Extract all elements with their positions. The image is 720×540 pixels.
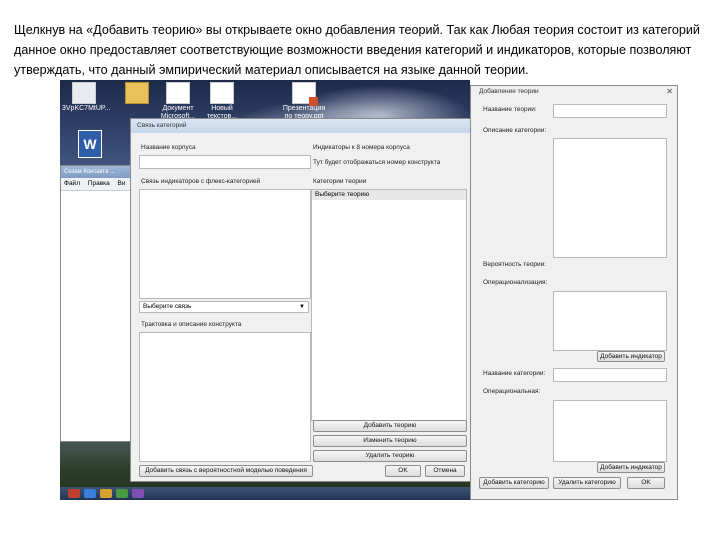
menu-bar[interactable]: Файл Правка Ви — [61, 178, 133, 191]
relation-select[interactable]: Выберите связь ▼ — [139, 301, 309, 313]
relation-dialog: Связь категорий Название корпуса Индикат… — [130, 118, 472, 482]
change-theory-button[interactable]: Изменить теорию — [313, 435, 467, 447]
theory-name-input[interactable] — [553, 104, 667, 118]
construct-hint: Тут будет отображаться номер конструкта — [313, 159, 441, 166]
dialog-title: Связь категорий — [131, 119, 471, 133]
chevron-down-icon: ▼ — [299, 304, 305, 310]
ok-button[interactable]: OK — [627, 477, 665, 489]
background-app-window[interactable]: Сезам Контакта ... Файл Правка Ви — [60, 165, 134, 442]
operational-textarea[interactable] — [553, 400, 667, 462]
corpus-name-label: Название корпуса — [141, 144, 196, 151]
category-weight-label: Вероятность теории: — [483, 261, 547, 268]
word-icon[interactable]: W — [78, 130, 102, 158]
operationalization-textarea[interactable] — [553, 291, 667, 351]
slide-caption: Щелкнув на «Добавить теорию» вы открывае… — [14, 23, 700, 77]
window-title: Сезам Контакта ... — [61, 166, 133, 178]
add-category-button[interactable]: Добавить категорию — [479, 477, 549, 489]
description-label: Трактовка и описание конструкта — [141, 321, 242, 328]
taskbar-app-icon[interactable] — [100, 489, 112, 498]
operationalization-label: Операционализация: — [483, 279, 548, 286]
document-icon — [166, 82, 190, 104]
categories-list[interactable]: Выберите теорию — [311, 189, 467, 421]
close-icon[interactable]: ✕ — [666, 86, 673, 98]
taskbar-app-icon[interactable] — [116, 489, 128, 498]
desktop-icon-file[interactable]: 3VpKC7MtUP... — [62, 82, 111, 113]
add-relation-button[interactable]: Добавить связь с вероятностной моделью п… — [139, 465, 313, 477]
category-description-label: Описание категории: — [483, 127, 547, 134]
add-theory-dialog: Добавление теории ✕ Название теории: Опи… — [470, 85, 678, 500]
desktop-icon-document[interactable]: Документ Microsoft... — [156, 82, 200, 121]
add-theory-button[interactable]: Добавить теорию — [313, 420, 467, 432]
category-description-textarea[interactable] — [553, 138, 667, 258]
relation-label: Связь индикаторов с флекс-категорией — [141, 178, 261, 185]
taskbar-app-icon[interactable] — [68, 489, 80, 498]
delete-theory-button[interactable]: Удалить теорию — [313, 450, 467, 462]
desktop-icon-label: 3VpKC7MtUP... — [62, 105, 111, 112]
desktop-icon-presentation[interactable]: Презентация по теору.ppt — [282, 82, 326, 121]
desktop-icon-folder[interactable] — [115, 82, 159, 105]
select-value: Выберите связь — [143, 303, 192, 310]
description-textarea[interactable] — [139, 332, 311, 462]
dialog-title: Добавление теории — [471, 86, 677, 98]
taskbar-app-icon[interactable] — [132, 489, 144, 498]
delete-category-button[interactable]: Удалить категорию — [553, 477, 621, 489]
folder-icon — [125, 82, 149, 104]
indicators-label: Индикаторы к 8 номера корпуса — [313, 144, 410, 151]
list-item[interactable]: Выберите теорию — [312, 190, 466, 200]
presentation-icon — [292, 82, 318, 106]
relation-textarea[interactable] — [139, 189, 311, 299]
corpus-name-input[interactable] — [139, 155, 311, 169]
taskbar — [60, 487, 470, 500]
cancel-button[interactable]: Отмена — [425, 465, 465, 477]
add-indicator-button[interactable]: Добавить индикатор — [597, 462, 665, 473]
categories-label: Категории теории — [313, 178, 367, 185]
category-name-input[interactable] — [553, 368, 667, 382]
file-icon — [72, 82, 96, 104]
add-indicator-button[interactable]: Добавить индикатор — [597, 351, 665, 362]
category-name-label: Название категории: — [483, 370, 546, 377]
desktop-icon-text[interactable]: Новый текстов... — [200, 82, 244, 121]
ok-button[interactable]: OK — [385, 465, 421, 477]
text-file-icon — [210, 82, 234, 104]
taskbar-app-icon[interactable] — [84, 489, 96, 498]
theory-name-label: Название теории: — [483, 106, 537, 113]
operational-label: Операциональная: — [483, 388, 541, 395]
